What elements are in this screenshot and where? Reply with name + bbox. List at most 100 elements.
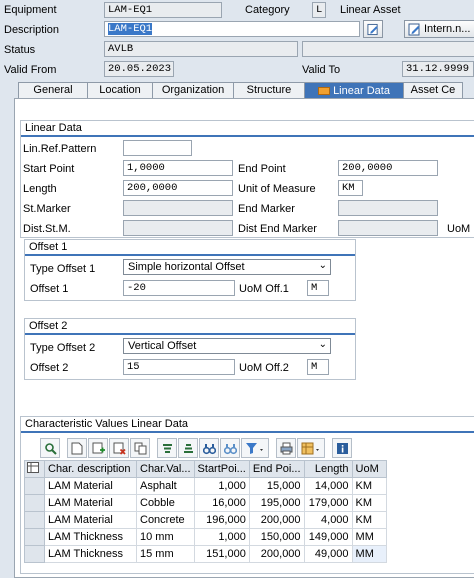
col-end-point[interactable]: End Poi... [248,460,305,478]
cell-length[interactable]: 179,000 [303,494,353,512]
table-row[interactable]: LAM Thickness 10 mm 1,000 150,000 149,00… [24,528,387,546]
cell-end-point[interactable]: 200,000 [248,545,305,563]
cell-length[interactable]: 49,000 [303,545,353,563]
col-char-value[interactable]: Char.Val... [136,460,195,478]
layout-icon[interactable] [297,438,325,458]
sort-ascending-icon[interactable] [157,438,177,458]
dist-st-m-field [123,220,233,236]
offset1-title: Offset 1 [25,240,355,256]
start-point-label: Start Point [23,163,75,175]
cell-start-point[interactable]: 196,000 [193,511,250,529]
cell-length[interactable]: 14,000 [303,477,353,495]
type-offset1-dropdown[interactable]: Simple horizontal Offset ⌄ [123,259,331,275]
uom-off1-field[interactable]: M [307,280,329,296]
cell-uom[interactable]: KM [351,494,387,512]
details-icon[interactable] [40,438,60,458]
table-row[interactable]: LAM Material Concrete 196,000 200,000 4,… [24,511,387,529]
table-header-row: Char. description Char.Val... StartPoi..… [24,460,387,478]
cell-start-point[interactable]: 16,000 [193,494,250,512]
table-row[interactable]: LAM Thickness 15 mm 151,000 200,000 49,0… [24,545,387,563]
category-label: Category [245,4,290,16]
valid-to-field[interactable]: 31.12.9999 [402,61,474,77]
new-row-icon[interactable] [67,438,87,458]
cell-length[interactable]: 4,000 [303,511,353,529]
internal-note-button[interactable]: Intern.n... [404,20,474,38]
tab-linear-data[interactable]: Linear Data [304,82,404,98]
status-label: Status [4,44,36,56]
cell-end-point[interactable]: 195,000 [248,494,305,512]
copy-row-icon[interactable] [130,438,150,458]
cell-end-point[interactable]: 200,000 [248,511,305,529]
cell-start-point[interactable]: 1,000 [193,528,250,546]
find-icon[interactable] [199,438,219,458]
table-row[interactable]: LAM Material Asphalt 1,000 15,000 14,000… [24,477,387,495]
tab-asset-center[interactable]: Asset Ce [403,82,463,98]
alv-toolbar [40,438,352,458]
col-uom[interactable]: UoM [351,460,387,478]
equipment-field[interactable]: LAM-EQ1 [104,2,222,18]
cell-char-description[interactable]: LAM Thickness [44,545,137,563]
cell-start-point[interactable]: 1,000 [193,477,250,495]
cell-char-value[interactable]: 10 mm [136,528,195,546]
cell-char-description[interactable]: LAM Material [44,477,137,495]
row-selector[interactable] [24,477,45,495]
cell-char-value[interactable]: Asphalt [136,477,195,495]
info-icon[interactable] [332,438,352,458]
offset1-field[interactable]: -20 [123,280,235,296]
insert-row-icon[interactable] [88,438,108,458]
cell-char-description[interactable]: LAM Thickness [44,528,137,546]
valid-from-field[interactable]: 20.05.2023 [104,61,174,77]
cell-char-description[interactable]: LAM Material [44,494,137,512]
cell-uom[interactable]: MM [351,528,387,546]
cell-end-point[interactable]: 150,000 [248,528,305,546]
chevron-down-icon: ⌄ [318,260,327,271]
cell-end-point[interactable]: 15,000 [248,477,305,495]
col-length[interactable]: Length [303,460,353,478]
edit-note-icon [408,23,420,35]
print-icon[interactable] [276,438,296,458]
col-char-description[interactable]: Char. description [44,460,137,478]
unit-of-measure-field[interactable]: KM [338,180,363,196]
cell-char-value[interactable]: Concrete [136,511,195,529]
cell-char-description[interactable]: LAM Material [44,511,137,529]
delete-row-icon[interactable] [109,438,129,458]
tab-structure[interactable]: Structure [233,82,305,98]
cell-uom[interactable]: KM [351,511,387,529]
uom-off2-field[interactable]: M [307,359,329,375]
offset2-field[interactable]: 15 [123,359,235,375]
internal-note-label: Intern.n... [424,23,471,35]
lin-ref-pattern-field[interactable] [123,140,192,156]
end-point-field[interactable]: 200,0000 [338,160,438,176]
col-start-point[interactable]: StartPoi... [193,460,250,478]
sort-descending-icon[interactable] [178,438,198,458]
cell-uom[interactable]: MM [351,545,387,563]
row-selector[interactable] [24,528,45,546]
table-row[interactable]: LAM Material Cobble 16,000 195,000 179,0… [24,494,387,512]
find-next-icon[interactable] [220,438,240,458]
cell-length[interactable]: 149,000 [303,528,353,546]
offset2-title: Offset 2 [25,319,355,335]
cell-start-point[interactable]: 151,000 [193,545,250,563]
cell-char-value[interactable]: Cobble [136,494,195,512]
start-point-field[interactable]: 1,0000 [123,160,233,176]
tab-general[interactable]: General [18,82,88,98]
category-field[interactable]: L [312,2,326,18]
long-text-button[interactable] [363,20,383,38]
description-field[interactable]: LAM-EQ1 [104,21,360,37]
row-selector[interactable] [24,511,45,529]
row-selector[interactable] [24,494,45,512]
length-field[interactable]: 200,0000 [123,180,233,196]
description-value: LAM-EQ1 [108,23,153,35]
cell-uom[interactable]: KM [351,477,387,495]
tab-organization[interactable]: Organization [152,82,234,98]
offset1-label: Offset 1 [30,283,69,295]
filter-icon[interactable] [241,438,269,458]
select-all-icon[interactable] [24,460,45,478]
row-selector[interactable] [24,545,45,563]
char-values-title: Characteristic Values Linear Data [21,417,474,433]
type-offset2-dropdown[interactable]: Vertical Offset ⌄ [123,338,331,354]
end-point-label: End Point [238,163,286,175]
cell-char-value[interactable]: 15 mm [136,545,195,563]
dist-st-m-label: Dist.St.M. [23,223,71,235]
tab-location[interactable]: Location [87,82,153,98]
